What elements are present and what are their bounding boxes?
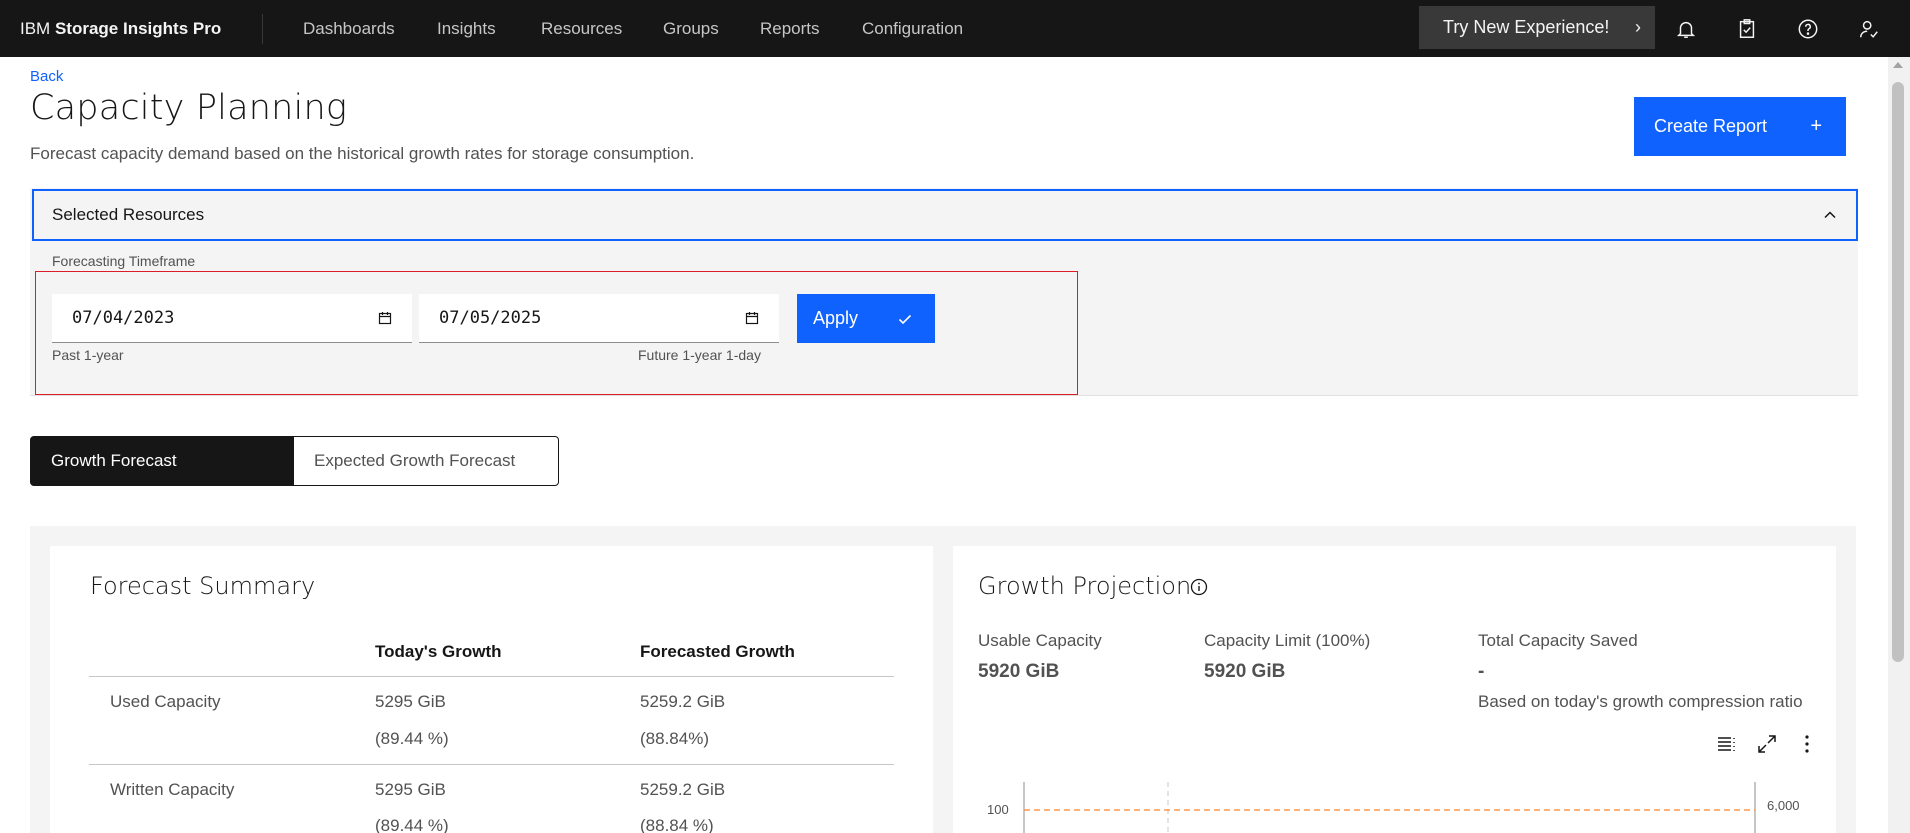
- create-report-label: Create Report: [1654, 116, 1768, 136]
- selected-resources-accordion-header[interactable]: Selected Resources: [32, 189, 1858, 241]
- chevron-up-icon: [1824, 211, 1836, 219]
- start-date-helper: Past 1-year: [52, 347, 124, 363]
- info-icon[interactable]: [1189, 577, 1209, 597]
- calendar-icon[interactable]: [378, 311, 392, 325]
- total-capacity-saved-value: -: [1478, 661, 1485, 682]
- try-new-experience-button[interactable]: Try New Experience! ›: [1419, 6, 1655, 49]
- start-date-input[interactable]: 07/04/2023: [52, 294, 412, 343]
- col-header-today: Today's Growth: [375, 642, 502, 661]
- plus-icon: +: [1810, 115, 1822, 137]
- page-description: Forecast capacity demand based on the hi…: [30, 144, 695, 163]
- notification-icon[interactable]: [1669, 12, 1703, 46]
- capacity-limit-label: Capacity Limit (100%): [1204, 631, 1371, 650]
- written-today-percent: (89.44 %): [375, 816, 449, 833]
- tab-expected-growth-forecast[interactable]: Expected Growth Forecast: [293, 436, 559, 486]
- written-forecast-value: 5259.2 GiB: [640, 780, 726, 799]
- nav-item-dashboards[interactable]: Dashboards: [303, 0, 395, 57]
- overflow-menu-icon[interactable]: [1796, 733, 1818, 755]
- nav-item-resources[interactable]: Resources: [541, 0, 622, 57]
- page-title: Capacity Planning: [30, 88, 348, 128]
- expand-icon[interactable]: [1756, 733, 1778, 755]
- end-date-helper: Future 1-year 1-day: [638, 347, 761, 363]
- clipboard-icon[interactable]: [1730, 12, 1764, 46]
- tab-growth-forecast[interactable]: Growth Forecast: [30, 436, 294, 486]
- brand-name: Storage Insights Pro: [54, 19, 222, 38]
- brand-divider: [262, 14, 263, 44]
- brand-prefix: IBM: [20, 19, 51, 38]
- accordion-title: Selected Resources: [52, 205, 205, 224]
- capacity-limit-value: 5920 GiB: [1204, 661, 1286, 682]
- data-table-icon[interactable]: [1716, 733, 1738, 755]
- col-header-forecast: Forecasted Growth: [640, 642, 795, 661]
- growth-projection-chart: 100 6,000: [987, 782, 1800, 833]
- back-link[interactable]: Back: [30, 68, 63, 85]
- written-today-value: 5295 GiB: [375, 780, 446, 799]
- product-brand[interactable]: IBM Storage Insights Pro: [20, 0, 221, 57]
- used-today-percent: (89.44 %): [375, 729, 449, 748]
- chevron-right-icon: ›: [1635, 17, 1641, 37]
- user-icon[interactable]: [1852, 12, 1886, 46]
- written-forecast-percent: (88.84 %): [640, 816, 714, 833]
- compression-ratio-note: Based on today's growth compression rati…: [1478, 692, 1803, 711]
- nav-item-configuration[interactable]: Configuration: [862, 0, 963, 57]
- top-navigation-bar: IBM Storage Insights Pro Dashboards Insi…: [0, 0, 1910, 57]
- table-divider: [89, 676, 894, 677]
- row-label-used-capacity: Used Capacity: [110, 692, 221, 711]
- growth-projection-title: Growth Projection: [978, 572, 1192, 600]
- right-axis-tick: 6,000: [1767, 798, 1800, 813]
- usable-capacity-label: Usable Capacity: [978, 631, 1102, 650]
- try-new-experience-label: Try New Experience!: [1443, 17, 1610, 37]
- table-divider: [89, 764, 894, 765]
- end-date-value: 07/05/2025: [439, 308, 542, 328]
- scrollbar-thumb[interactable]: [1892, 82, 1904, 662]
- apply-label: Apply: [813, 308, 859, 328]
- start-date-value: 07/04/2023: [72, 308, 175, 328]
- used-forecast-value: 5259.2 GiB: [640, 692, 726, 711]
- forecast-summary-title: Forecast Summary: [90, 572, 316, 600]
- checkmark-icon: [898, 314, 912, 325]
- row-label-written-capacity: Written Capacity: [110, 780, 235, 799]
- create-report-button[interactable]: Create Report +: [1634, 97, 1846, 156]
- total-capacity-saved-label: Total Capacity Saved: [1478, 631, 1638, 650]
- help-icon[interactable]: [1791, 12, 1825, 46]
- used-forecast-percent: (88.84%): [640, 729, 709, 748]
- usable-capacity-value: 5920 GiB: [978, 661, 1060, 682]
- nav-item-groups[interactable]: Groups: [663, 0, 719, 57]
- nav-item-reports[interactable]: Reports: [760, 0, 820, 57]
- scroll-up-arrow-icon[interactable]: [1893, 62, 1903, 68]
- apply-button[interactable]: Apply: [797, 294, 935, 343]
- calendar-icon[interactable]: [745, 311, 759, 325]
- left-axis-tick: 100: [987, 802, 1009, 817]
- forecasting-timeframe-label: Forecasting Timeframe: [52, 253, 196, 269]
- used-today-value: 5295 GiB: [375, 692, 446, 711]
- nav-item-insights[interactable]: Insights: [437, 0, 496, 57]
- end-date-input[interactable]: 07/05/2025: [419, 294, 779, 343]
